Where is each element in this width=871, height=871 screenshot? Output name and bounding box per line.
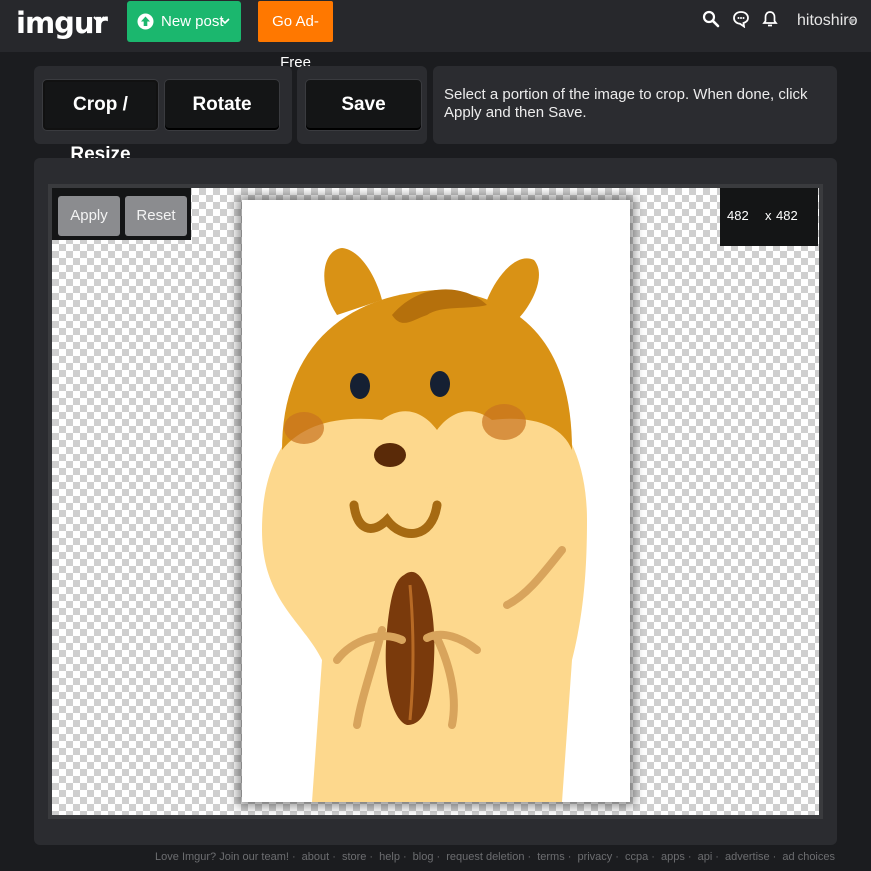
chevron-down-icon[interactable] xyxy=(92,13,106,27)
footer-link-privacy[interactable]: privacy xyxy=(577,851,612,863)
footer-link-apps[interactable]: apps xyxy=(661,851,685,863)
footer-link-about[interactable]: about xyxy=(302,851,330,863)
footer-link-blog[interactable]: blog xyxy=(413,851,434,863)
chevron-down-icon xyxy=(220,18,230,25)
footer-link-request-deletion[interactable]: request deletion xyxy=(446,851,524,863)
apply-button[interactable]: Apply xyxy=(58,196,120,236)
caret-down-icon[interactable] xyxy=(848,19,856,24)
new-post-button[interactable]: New post xyxy=(127,1,241,42)
hamster-image[interactable] xyxy=(242,200,630,802)
footer-links: Love Imgur? Join our team! · about · store… xyxy=(155,851,835,863)
footer-link-terms[interactable]: terms xyxy=(537,851,565,863)
footer-link-store[interactable]: store xyxy=(342,851,366,863)
footer-link-ccpa[interactable]: ccpa xyxy=(625,851,648,863)
crop-instructions: Select a portion of the image to crop. W… xyxy=(444,86,808,121)
dimensions-box: 482 x 482 xyxy=(720,188,818,246)
footer-link-api[interactable]: api xyxy=(698,851,713,863)
upload-icon xyxy=(137,13,154,30)
bell-icon[interactable] xyxy=(761,10,779,28)
width-value[interactable]: 482 xyxy=(727,208,749,223)
search-icon[interactable] xyxy=(702,10,720,28)
footer-link-help[interactable]: help xyxy=(379,851,400,863)
chat-icon[interactable] xyxy=(732,10,750,28)
save-button[interactable]: Save xyxy=(305,79,422,131)
crop-resize-button[interactable]: Crop / Resize xyxy=(42,79,159,165)
dimension-separator: x xyxy=(765,208,772,223)
height-value[interactable]: 482 xyxy=(776,208,798,223)
go-ad-free-button[interactable]: Go Ad-Free xyxy=(258,1,333,71)
top-bar: imgur New post Go Ad-Free hitoshiro xyxy=(0,0,871,71)
rotate-button[interactable]: Rotate xyxy=(164,79,280,131)
footer-link-ad-choices[interactable]: ad choices xyxy=(782,851,835,863)
reset-button[interactable]: Reset xyxy=(125,196,187,236)
footer-link-advertise[interactable]: advertise xyxy=(725,851,770,863)
hamster-illustration xyxy=(262,248,587,802)
new-post-label: New post xyxy=(161,13,224,30)
footer-link-join[interactable]: Love Imgur? Join our team! xyxy=(155,851,289,863)
